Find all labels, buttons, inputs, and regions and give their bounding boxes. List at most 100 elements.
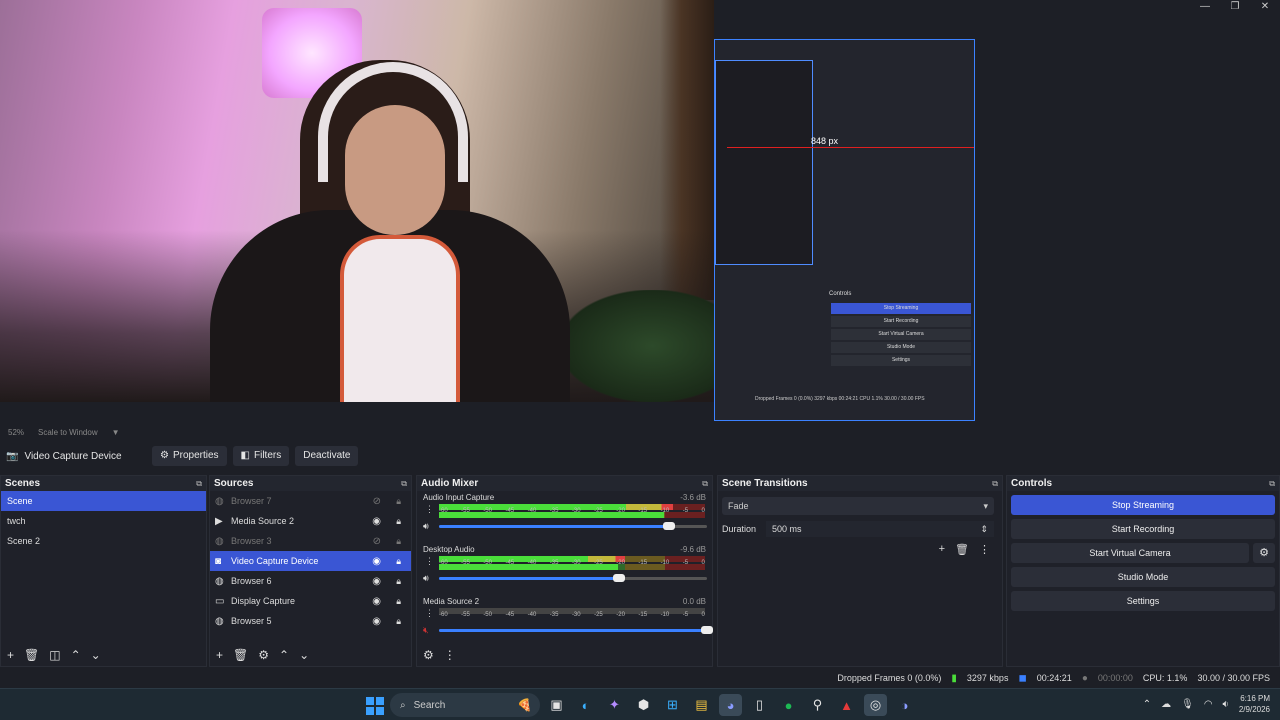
eye-icon[interactable]: ◉ xyxy=(372,616,381,627)
lock-icon[interactable]: 🔒︎ xyxy=(396,556,401,567)
move-up-icon[interactable]: ⌃ xyxy=(279,648,289,662)
kebab-menu-icon[interactable]: ⋮ xyxy=(425,504,434,515)
undock-icon[interactable]: ⧉ xyxy=(401,479,407,489)
source-item[interactable]: ▭ Display Capture ◉ 🔒︎ xyxy=(210,591,411,611)
spotify-icon[interactable]: ● xyxy=(777,694,800,716)
file-explorer-icon[interactable]: ▤ xyxy=(690,694,713,716)
scene-item[interactable]: Scene xyxy=(1,491,206,511)
trash-icon[interactable]: 🗑 xyxy=(955,543,969,556)
scale-mode[interactable]: Scale to Window xyxy=(38,428,98,440)
eye-hidden-icon[interactable]: ⊘ xyxy=(373,536,381,547)
kebab-menu-icon[interactable]: ⋮ xyxy=(979,543,990,556)
preview-canvas[interactable]: 848 px Controls Stop Streaming Start Rec… xyxy=(0,0,1280,428)
discord-icon[interactable]: ◕ xyxy=(719,694,742,716)
spinner-icon[interactable]: ⇕ xyxy=(980,521,988,537)
eye-icon[interactable]: ◉ xyxy=(372,576,381,587)
move-down-icon[interactable]: ⌄ xyxy=(299,648,309,662)
trash-icon[interactable]: 🗑 xyxy=(233,648,248,662)
properties-button[interactable]: ⚙ Properties xyxy=(152,446,227,466)
start-recording-button[interactable]: Start Recording xyxy=(1011,519,1275,539)
speaker-icon[interactable]: 🔊︎ xyxy=(423,573,439,584)
move-down-icon[interactable]: ⌄ xyxy=(91,648,101,662)
undock-icon[interactable]: ⧉ xyxy=(1269,479,1275,489)
eye-hidden-icon[interactable]: ⊘ xyxy=(373,496,381,507)
filter-icon[interactable]: ◫ xyxy=(49,648,60,662)
wifi-icon[interactable]: ◠ xyxy=(1204,699,1213,710)
gear-icon[interactable]: ⚙ xyxy=(258,648,269,662)
cloud-icon[interactable]: ☁ xyxy=(1161,699,1171,710)
stop-streaming-button[interactable]: Stop Streaming xyxy=(1011,495,1275,515)
slider-handle[interactable] xyxy=(612,573,625,582)
lock-icon[interactable]: 🔒︎ xyxy=(396,576,401,587)
store-icon[interactable]: ⊞ xyxy=(661,694,684,716)
channel-db: -9.6 dB xyxy=(680,545,706,554)
source-item[interactable]: ◍ Browser 3 ⊘ 🔒︎ xyxy=(210,531,411,551)
minimize-button[interactable]: — xyxy=(1190,0,1220,14)
transition-select[interactable]: Fade ▾ xyxy=(722,497,994,515)
channel-db: 0.0 dB xyxy=(682,597,706,606)
taskbar-search[interactable]: ⌕ Search 🍕 xyxy=(390,693,540,717)
eye-icon[interactable]: ◉ xyxy=(372,516,381,527)
eye-icon[interactable]: ◉ xyxy=(372,596,381,607)
lock-icon[interactable]: 🔒︎ xyxy=(396,496,401,507)
start-virtual-camera-button[interactable]: Start Virtual Camera xyxy=(1011,543,1249,563)
edge-icon[interactable]: ◐ xyxy=(574,694,597,716)
microphone-icon[interactable]: 🎙︎ xyxy=(1181,699,1194,710)
obs-icon[interactable]: ◎ xyxy=(864,694,887,716)
move-up-icon[interactable]: ⌃ xyxy=(71,648,81,662)
undock-icon[interactable]: ⧉ xyxy=(702,479,708,489)
chevron-down-icon[interactable]: ▼ xyxy=(112,428,120,440)
deactivate-button[interactable]: Deactivate xyxy=(295,446,359,466)
kebab-menu-icon[interactable]: ⋮ xyxy=(425,556,434,567)
add-icon[interactable]: + xyxy=(7,648,14,662)
scene-item[interactable]: Scene 2 xyxy=(1,531,206,551)
undock-icon[interactable]: ⧉ xyxy=(196,479,202,489)
volume-slider[interactable] xyxy=(439,521,707,530)
add-icon[interactable]: + xyxy=(939,543,945,556)
duration-input[interactable]: 500 ms ⇕ xyxy=(766,521,994,537)
volume-icon[interactable]: 🔉︎ xyxy=(1223,699,1229,710)
speaker-icon[interactable]: 🔊︎ xyxy=(423,521,439,532)
lock-icon[interactable]: 🔒︎ xyxy=(396,596,401,607)
source-item[interactable]: ◍ Browser 6 ◉ 🔒︎ xyxy=(210,571,411,591)
scene-item[interactable]: twch xyxy=(1,511,206,531)
add-icon[interactable]: + xyxy=(216,648,223,662)
chatgpt-icon[interactable]: ⬢ xyxy=(632,694,655,716)
kebab-menu-icon[interactable]: ⋮ xyxy=(425,608,434,619)
lock-icon[interactable]: 🔒︎ xyxy=(396,536,401,547)
zoom-level[interactable]: 52% xyxy=(8,428,24,440)
filters-button[interactable]: ◧ Filters xyxy=(232,446,290,466)
steam-icon[interactable]: ⚲ xyxy=(806,694,829,716)
source-item[interactable]: ◍ Browser 5 ◉ 🔒︎ xyxy=(210,611,411,631)
gear-icon[interactable]: ⚙ xyxy=(423,648,434,662)
eye-icon[interactable]: ◉ xyxy=(372,556,381,567)
copilot-icon[interactable]: ✦ xyxy=(603,694,626,716)
undock-icon[interactable]: ⧉ xyxy=(992,479,998,489)
trash-icon[interactable]: 🗑 xyxy=(24,648,39,662)
gear-icon[interactable]: ⚙ xyxy=(1253,543,1275,563)
source-label: Video Capture Device xyxy=(231,556,319,566)
lock-icon[interactable]: 🔒︎ xyxy=(396,516,401,527)
restore-button[interactable]: ❐ xyxy=(1220,0,1250,14)
studio-mode-button[interactable]: Studio Mode xyxy=(1011,567,1275,587)
adobe-icon[interactable]: ▲ xyxy=(835,694,858,716)
windows-start-icon[interactable] xyxy=(366,697,384,715)
lock-icon[interactable]: 🔒︎ xyxy=(396,616,401,627)
close-button[interactable]: ✕ xyxy=(1250,0,1280,14)
source-item[interactable]: ▶ Media Source 2 ◉ 🔒︎ xyxy=(210,511,411,531)
task-view-icon[interactable]: ▣ xyxy=(545,694,568,716)
slider-handle[interactable] xyxy=(663,521,676,530)
app-icon[interactable]: ◑ xyxy=(893,694,916,716)
volume-slider[interactable] xyxy=(439,573,707,582)
volume-slider[interactable] xyxy=(439,625,713,634)
source-item[interactable]: ◍ Browser 7 ⊘ 🔒︎ xyxy=(210,491,411,511)
notepad-icon[interactable]: ▯ xyxy=(748,694,771,716)
kebab-menu-icon[interactable]: ⋮ xyxy=(444,648,456,662)
slider-handle[interactable] xyxy=(701,625,713,634)
clock[interactable]: 6:16 PM 2/9/2026 xyxy=(1239,693,1270,715)
source-item[interactable]: ◙ Video Capture Device ◉ 🔒︎ xyxy=(210,551,411,571)
fps: 30.00 / 30.00 FPS xyxy=(1197,673,1270,683)
chevron-up-icon[interactable]: ⌃ xyxy=(1143,699,1151,710)
settings-button[interactable]: Settings xyxy=(1011,591,1275,611)
speaker-muted-icon[interactable]: 🔇︎ xyxy=(423,625,439,636)
